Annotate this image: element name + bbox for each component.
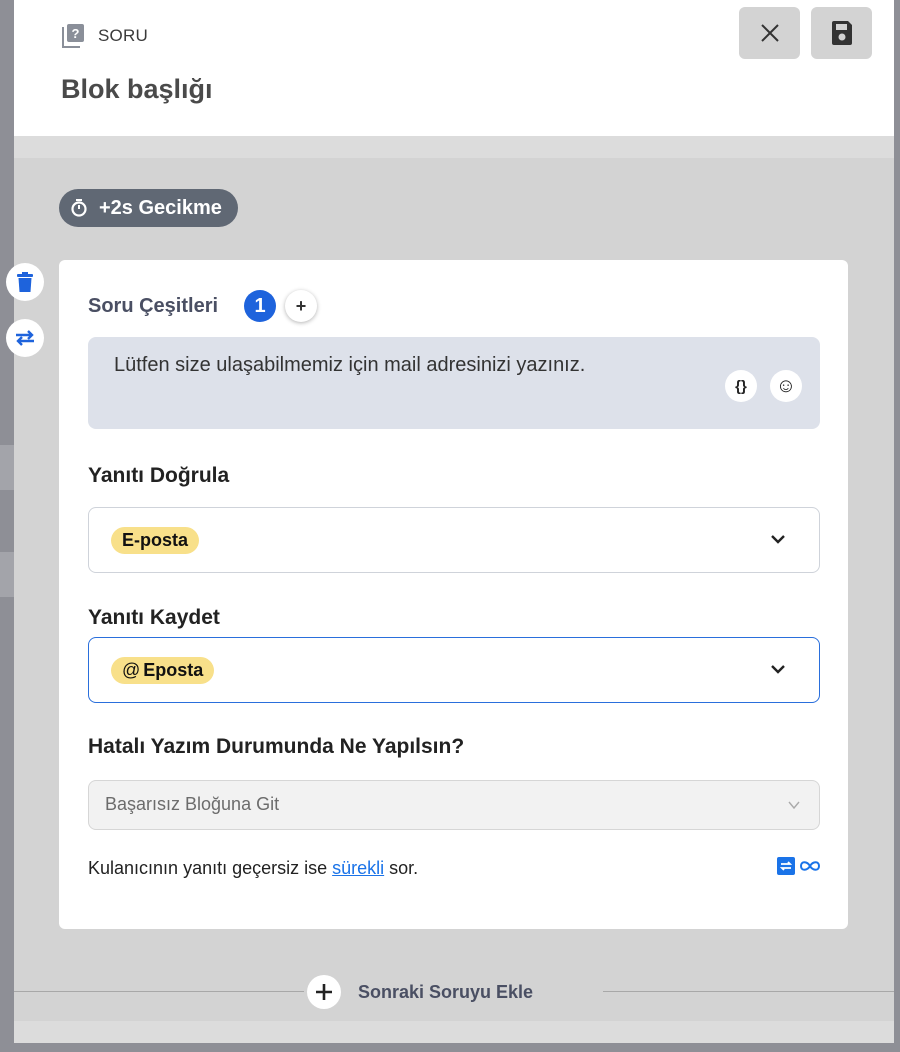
- question-types-label: Soru Çeşitleri: [88, 294, 219, 317]
- retry-options: [777, 857, 821, 875]
- infinity-icon[interactable]: [799, 859, 821, 873]
- save-answer-label: Yanıtı Kaydet: [88, 606, 220, 629]
- continuous-link[interactable]: sürekli: [332, 858, 384, 878]
- block-editor-panel: ? SORU Blok başlığı +2s Gecikme Soru Çeş…: [14, 0, 894, 1043]
- on-error-label: Hatalı Yazım Durumunda Ne Yapılsın?: [88, 735, 465, 758]
- background-row: [0, 552, 14, 597]
- variable-braces-icon[interactable]: {}: [725, 370, 757, 402]
- question-types-row: Soru Çeşitleri 1 +: [88, 290, 318, 322]
- stopwatch-icon: [71, 199, 87, 217]
- delay-label: +2s Gecikme: [99, 196, 222, 219]
- footnote-prefix: Kulanıcının yanıtı geçersiz ise: [88, 858, 333, 878]
- swap-arrows-icon: [16, 330, 34, 346]
- on-error-value: Başarısız Bloğuna Git: [105, 794, 280, 814]
- validate-label: Yanıtı Doğrula: [88, 464, 230, 487]
- block-type-label: SORU: [98, 26, 148, 45]
- chevron-down-icon: [788, 801, 800, 810]
- at-icon: @: [122, 660, 141, 680]
- question-block-icon: ?: [62, 24, 84, 48]
- block-type: ? SORU: [62, 24, 148, 48]
- question-card: Soru Çeşitleri 1 + Lütfen size ulaşabilm…: [59, 260, 848, 929]
- save-button[interactable]: [811, 7, 872, 59]
- close-icon: [760, 24, 779, 42]
- save-icon: [831, 21, 852, 45]
- delay-badge[interactable]: +2s Gecikme: [59, 189, 238, 227]
- footnote-suffix: sor.: [384, 858, 419, 878]
- footer-band: [14, 1021, 894, 1043]
- svg-text:?: ?: [72, 26, 80, 41]
- emoji-icon[interactable]: ☺: [770, 370, 802, 402]
- trash-icon: [17, 272, 33, 292]
- message-input[interactable]: Lütfen size ulaşabilmemiz için mail adre…: [88, 337, 820, 429]
- add-question-type-button[interactable]: +: [285, 290, 318, 322]
- add-next-question[interactable]: Sonraki Soruyu Ekle: [307, 975, 533, 1009]
- validate-select[interactable]: E-posta: [88, 507, 820, 573]
- save-answer-select[interactable]: @ Eposta: [88, 637, 820, 703]
- plus-icon[interactable]: [307, 975, 341, 1009]
- close-button[interactable]: [739, 7, 800, 59]
- repeat-icon[interactable]: [777, 857, 795, 875]
- message-text: Lütfen size ulaşabilmemiz için mail adre…: [114, 354, 586, 376]
- header-divider: [14, 136, 894, 158]
- chevron-down-icon: [771, 535, 785, 544]
- background-row: [0, 445, 14, 490]
- divider-line: [14, 991, 304, 992]
- question-count-badge[interactable]: 1: [244, 290, 277, 322]
- save-answer-value: Eposta: [143, 660, 204, 680]
- move-button[interactable]: [6, 319, 44, 357]
- on-error-select[interactable]: Başarısız Bloğuna Git: [88, 780, 820, 830]
- add-next-label[interactable]: Sonraki Soruyu Ekle: [358, 982, 533, 1003]
- save-answer-chip: @ Eposta: [111, 657, 215, 684]
- validate-chip: E-posta: [111, 527, 200, 554]
- block-title[interactable]: Blok başlığı: [61, 74, 213, 105]
- retry-footnote: Kulanıcının yanıtı geçersiz ise sürekli …: [88, 858, 418, 879]
- panel-header: ? SORU Blok başlığı: [14, 0, 894, 136]
- delete-button[interactable]: [6, 263, 44, 301]
- chevron-down-icon: [771, 665, 785, 674]
- divider-line: [603, 991, 894, 992]
